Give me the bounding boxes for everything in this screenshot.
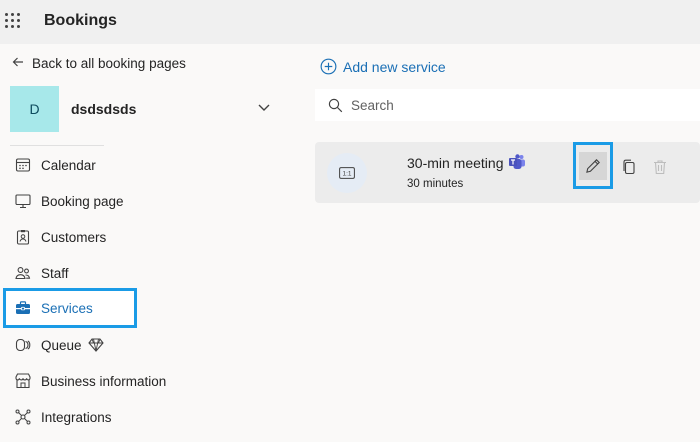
service-duration: 30 minutes <box>407 178 464 190</box>
edit-service-button[interactable] <box>573 142 613 189</box>
sidebar-item-label: Queue <box>41 337 82 353</box>
search-input[interactable] <box>351 97 651 113</box>
booking-page-name: dsdsdsds <box>71 101 137 117</box>
sidebar-item-label: Booking page <box>41 193 124 209</box>
trash-icon <box>654 160 666 175</box>
back-to-booking-pages-link[interactable]: Back to all booking pages <box>12 56 186 71</box>
contact-card-icon <box>14 228 32 246</box>
pencil-icon <box>586 158 600 173</box>
avatar: D <box>10 86 59 132</box>
sidebar-item-queue[interactable]: Queue <box>3 327 137 363</box>
sidebar-item-calendar[interactable]: Calendar <box>3 147 137 183</box>
booking-page-selector[interactable]: D dsdsdsds <box>10 85 280 133</box>
back-link-label: Back to all booking pages <box>32 56 186 71</box>
service-card[interactable]: 1:1 30-min meeting 30 minutes <box>315 142 700 203</box>
sidebar-item-label: Calendar <box>41 157 96 173</box>
top-bar: Bookings <box>0 0 700 44</box>
monitor-icon <box>14 192 32 210</box>
sidebar-item-integrations[interactable]: Integrations <box>3 399 137 435</box>
divider <box>10 145 104 146</box>
sidebar-item-staff[interactable]: Staff <box>3 255 137 291</box>
service-title: 30-min meeting <box>407 155 504 171</box>
app-title: Bookings <box>44 12 117 29</box>
sidebar-item-label: Business information <box>41 373 167 389</box>
sidebar-item-label: Integrations <box>41 409 112 425</box>
add-new-service-label: Add new service <box>343 58 446 75</box>
add-new-service-button[interactable]: Add new service <box>320 58 446 75</box>
one-on-one-meeting-icon: 1:1 <box>327 153 367 193</box>
app-launcher-icon[interactable] <box>5 13 21 29</box>
sidebar-item-services[interactable]: Services <box>3 288 137 328</box>
integrations-icon <box>14 408 32 426</box>
add-circle-icon <box>320 58 337 75</box>
calendar-icon <box>14 156 32 174</box>
sidebar: Back to all booking pages D dsdsdsds Cal… <box>0 44 300 442</box>
briefcase-icon <box>14 299 32 317</box>
people-icon <box>14 264 32 282</box>
back-arrow-icon <box>12 56 24 71</box>
storefront-icon <box>14 372 32 390</box>
teams-icon <box>509 154 525 169</box>
sidebar-item-label: Services <box>41 300 93 316</box>
search-icon <box>328 98 343 112</box>
delete-service-button[interactable] <box>642 147 678 187</box>
chevron-down-icon[interactable] <box>256 99 272 115</box>
search-box[interactable] <box>315 89 700 121</box>
service-icon-text: 1:1 <box>342 171 351 178</box>
sidebar-item-booking-page[interactable]: Booking page <box>3 183 137 219</box>
sidebar-item-label: Customers <box>41 229 107 245</box>
diamond-icon <box>87 338 104 352</box>
copy-icon <box>623 159 635 175</box>
sidebar-item-business-information[interactable]: Business information <box>3 363 203 399</box>
sidebar-item-customers[interactable]: Customers <box>3 219 137 255</box>
services-panel: Add new service 1:1 30-min meeting 30 mi… <box>300 44 700 442</box>
queue-icon <box>14 336 32 354</box>
sidebar-item-label: Staff <box>41 265 69 281</box>
